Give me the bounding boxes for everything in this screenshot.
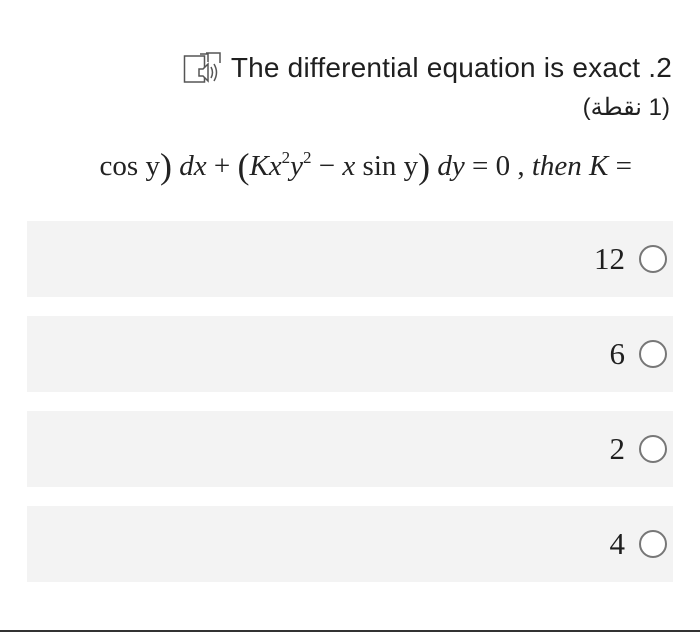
eq-y: y xyxy=(290,150,304,182)
speaker-icon[interactable] xyxy=(183,50,223,86)
radio-button[interactable] xyxy=(639,435,667,463)
option-label: 4 xyxy=(609,526,626,561)
eq-dy: dy xyxy=(437,150,465,182)
eq-rparen-1: ) xyxy=(159,146,172,186)
eq-equals: = xyxy=(608,150,632,182)
radio-button[interactable] xyxy=(639,340,667,368)
eq-rparen-2: ) xyxy=(418,146,431,186)
option-6[interactable]: 6 xyxy=(27,316,673,392)
equation: cos y) dx + (Kx2y2 − x sin y) dy = 0 , t… xyxy=(0,146,700,186)
eq-plus: + xyxy=(206,150,238,182)
points-label: (1 نقطة) xyxy=(582,94,670,121)
eq-K: K xyxy=(249,150,269,182)
divider xyxy=(0,630,700,632)
answer-options: 12 6 2 4 xyxy=(27,221,673,601)
radio-button[interactable] xyxy=(639,530,667,558)
question-title: The differential equation is exact .2 xyxy=(230,52,672,83)
option-2[interactable]: 2 xyxy=(27,411,673,487)
eq-sin-y: sin y xyxy=(355,150,419,182)
option-label: 2 xyxy=(609,431,626,466)
option-label: 12 xyxy=(594,241,625,276)
question-header: The differential equation is exact .2 xyxy=(183,50,672,86)
eq-equals-zero: = 0 , xyxy=(464,150,532,182)
radio-button[interactable] xyxy=(639,245,667,273)
eq-x: x xyxy=(268,150,282,182)
eq-lparen-2: ( xyxy=(237,146,250,186)
eq-dx: dx xyxy=(179,150,207,182)
eq-cos-y: cos y xyxy=(99,150,160,182)
eq-x-exp: 2 xyxy=(281,148,291,167)
eq-y-exp: 2 xyxy=(303,148,312,167)
option-4[interactable]: 4 xyxy=(27,506,673,582)
eq-x2: x xyxy=(342,150,356,182)
eq-then-K: then K xyxy=(531,150,609,182)
option-12[interactable]: 12 xyxy=(27,221,673,297)
eq-minus: − xyxy=(311,150,343,182)
option-label: 6 xyxy=(609,336,626,371)
